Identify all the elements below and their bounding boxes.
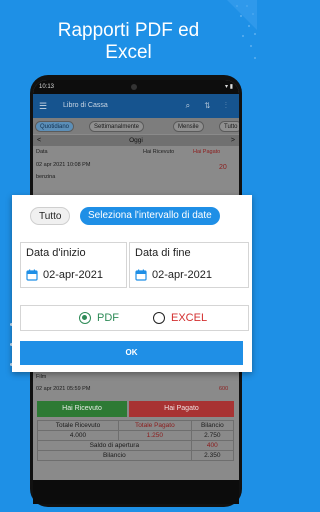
list-header: Data Hai Ricevuto Hai Pagato <box>33 147 239 157</box>
ok-button[interactable]: OK <box>20 341 243 365</box>
row-paid: 20 <box>219 164 227 171</box>
col-date: Data <box>36 149 48 155</box>
summary-balance-value: 2.750 <box>190 430 235 441</box>
promo-title-line1: Rapporti PDF ed <box>57 20 200 41</box>
end-date-value: 02-apr-2021 <box>152 269 212 281</box>
end-date-field[interactable]: Data di fine 02-apr-2021 <box>129 242 249 288</box>
summary-header-received: Totale Ricevuto <box>37 420 119 431</box>
end-date-label: Data di fine <box>135 247 191 259</box>
row-date: 02 apr 2021 10:08 PM <box>36 162 91 168</box>
excel-radio[interactable] <box>153 312 165 324</box>
summary-header-balance: Bilancio <box>190 420 235 431</box>
col-paid: Hai Pagato <box>193 149 221 155</box>
phone-nav-bar <box>33 480 239 504</box>
add-received-button[interactable]: Hai Ricevuto <box>37 401 127 417</box>
prev-day-button[interactable]: < <box>37 135 41 146</box>
row-date: 02 apr 2021 05:59 PM <box>36 386 91 392</box>
pdf-radio[interactable] <box>79 312 91 324</box>
calendar-icon <box>26 269 38 281</box>
summary-paid-value: 1.250 <box>118 430 192 441</box>
menu-icon[interactable]: ☰ <box>39 94 47 118</box>
calendar-icon <box>135 269 147 281</box>
app-title: Libro di Cassa <box>63 102 108 109</box>
opening-balance-label: Saldo di apertura <box>37 440 192 451</box>
promo-title-line2: Excel <box>105 42 152 63</box>
next-day-button[interactable]: > <box>231 135 235 146</box>
summary-header-paid: Totale Pagato <box>118 420 192 431</box>
day-label: Oggi <box>129 137 143 144</box>
status-time: 10:13 <box>39 84 55 90</box>
chip-all-dates[interactable]: Tutto <box>30 207 71 225</box>
tab-tutto[interactable]: Tutto <box>219 121 239 132</box>
final-balance-label: Bilancio <box>37 450 192 461</box>
list-item[interactable]: Film 02 apr 2021 05:59 PM 600 <box>33 374 239 400</box>
day-navigator: < Oggi > <box>33 135 239 146</box>
format-selector: PDF EXCEL <box>20 305 249 331</box>
appbar-action-icons[interactable]: ⌕ ⇅ ⋮ <box>186 94 233 118</box>
start-date-field[interactable]: Data d'inizio 02-apr-2021 <box>20 242 127 288</box>
tab-mensile[interactable]: Mensile <box>173 121 204 132</box>
excel-label[interactable]: EXCEL <box>171 312 207 324</box>
row-name: benzina <box>36 174 56 180</box>
summary-table: Totale Ricevuto Totale Pagato Bilancio 4… <box>37 420 235 461</box>
start-date-value: 02-apr-2021 <box>43 269 103 281</box>
start-date-label: Data d'inizio <box>26 247 86 259</box>
tab-quotidiano[interactable]: Quotidiano <box>35 121 75 132</box>
pdf-label[interactable]: PDF <box>97 312 119 324</box>
chip-date-range[interactable]: Seleziona l'intervallo di date <box>80 207 220 225</box>
export-dialog: Tutto Seleziona l'intervallo di date Dat… <box>12 195 252 372</box>
row-paid: 600 <box>219 386 229 392</box>
list-item[interactable]: 02 apr 2021 10:08 PM benzina 20 <box>33 160 239 186</box>
app-bar: ☰ Libro di Cassa ⌕ ⇅ ⋮ <box>33 94 239 118</box>
add-paid-button[interactable]: Hai Pagato <box>129 401 234 417</box>
status-icons: ▾ ▮ <box>225 84 233 90</box>
camera-icon <box>131 84 137 90</box>
final-balance-value: 2.350 <box>190 450 235 461</box>
summary-received-value: 4.000 <box>37 430 119 441</box>
status-bar: 10:13 ▾ ▮ <box>33 80 239 94</box>
col-received: Hai Ricevuto <box>143 149 175 155</box>
opening-balance-value: 400 <box>190 440 235 451</box>
tab-settimanalmente[interactable]: Settimanalmente <box>89 121 145 132</box>
row-name: Film <box>36 374 47 380</box>
promo-title: Rapporti PDF ed Excel <box>0 20 257 64</box>
period-tabs: Quotidiano Settimanalmente Mensile Tutto <box>33 118 239 134</box>
